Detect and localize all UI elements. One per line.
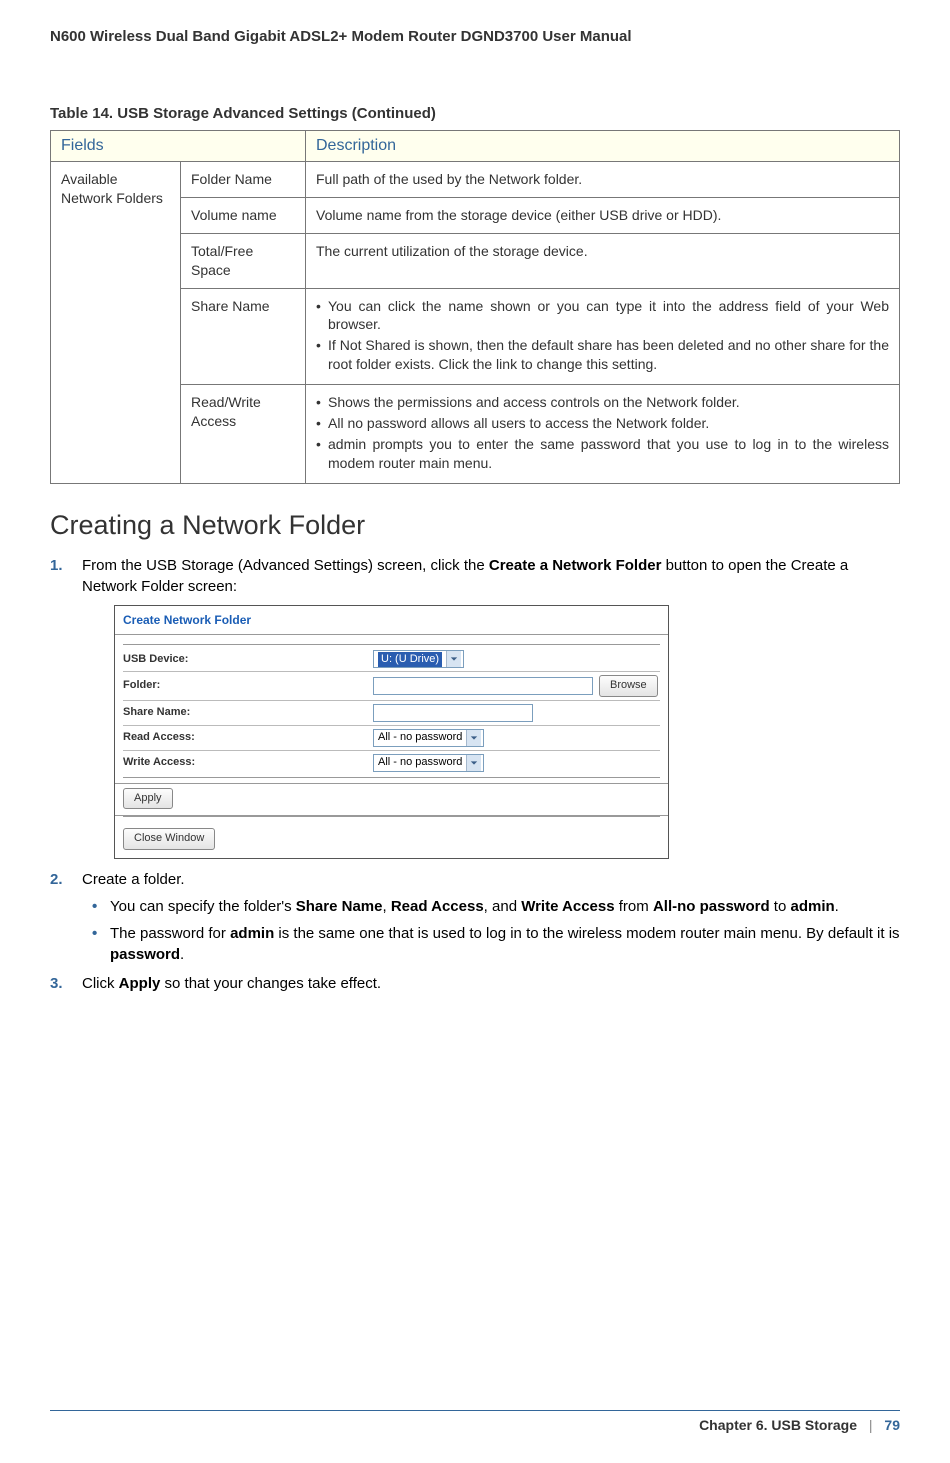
table-head-description: Description (306, 131, 900, 162)
field-desc: The current utilization of the storage d… (306, 233, 900, 288)
share-name-label: Share Name: (123, 705, 373, 720)
bullet-item: If Not Shared is shown, then the default… (316, 336, 889, 374)
step-item: Create a folder. You can specify the fol… (50, 869, 900, 965)
field-desc: Full path of the used by the Network fol… (306, 162, 900, 198)
step1-bold: Create a Network Folder (489, 557, 662, 574)
bullet-item: Shows the permissions and access control… (316, 393, 889, 412)
field-name: Total/Free Space (181, 233, 306, 288)
close-window-button[interactable]: Close Window (123, 828, 215, 849)
footer-separator: | (869, 1417, 873, 1433)
field-desc: Shows the permissions and access control… (306, 385, 900, 484)
browse-button[interactable]: Browse (599, 675, 658, 696)
folder-input[interactable] (373, 677, 593, 695)
table-head-fields: Fields (51, 131, 306, 162)
chevron-down-icon (466, 755, 481, 771)
usb-device-select[interactable]: U: (U Drive) (373, 650, 464, 668)
form-row: Write Access: All - no password (123, 751, 660, 775)
apply-button[interactable]: Apply (123, 788, 173, 809)
folder-label: Folder: (123, 678, 373, 693)
table-row: Available Network Folders Folder Name Fu… (51, 162, 900, 198)
sub-bullet: The password for admin is the same one t… (82, 923, 900, 965)
share-name-input[interactable] (373, 704, 533, 722)
page-content: Table 14. USB Storage Advanced Settings … (0, 45, 950, 994)
write-access-value: All - no password (378, 755, 462, 770)
footer-chapter: Chapter 6. USB Storage (699, 1417, 857, 1433)
form-row: Share Name: (123, 701, 660, 726)
usb-device-label: USB Device: (123, 652, 373, 667)
write-access-label: Write Access: (123, 755, 373, 770)
steps-list: From the USB Storage (Advanced Settings)… (50, 555, 900, 994)
field-desc: You can click the name shown or you can … (306, 288, 900, 385)
form-row: Folder: Browse (123, 672, 660, 700)
page-header: N600 Wireless Dual Band Gigabit ADSL2+ M… (0, 0, 950, 45)
manual-title: N600 Wireless Dual Band Gigabit ADSL2+ M… (50, 28, 632, 45)
footer-page-number: 79 (884, 1417, 900, 1433)
step-item: From the USB Storage (Advanced Settings)… (50, 555, 900, 859)
dialog-title: Create Network Folder (115, 606, 668, 636)
row-group-label: Available Network Folders (51, 162, 181, 484)
section-heading: Creating a Network Folder (50, 510, 900, 541)
read-access-select[interactable]: All - no password (373, 729, 484, 747)
form-row: USB Device: U: (U Drive) (123, 647, 660, 672)
step-item: Click Apply so that your changes take ef… (50, 973, 900, 994)
form-row: Read Access: All - no password (123, 726, 660, 751)
read-access-label: Read Access: (123, 730, 373, 745)
field-name: Share Name (181, 288, 306, 385)
bullet-item: You can click the name shown or you can … (316, 297, 889, 335)
field-desc: Volume name from the storage device (eit… (306, 197, 900, 233)
read-access-value: All - no password (378, 730, 462, 745)
field-name: Read/Write Access (181, 385, 306, 484)
sub-bullet: You can specify the folder's Share Name,… (82, 896, 900, 917)
step2-text: Create a folder. (82, 871, 185, 888)
create-network-folder-screenshot: Create Network Folder USB Device: U: (U … (114, 605, 669, 859)
field-name: Folder Name (181, 162, 306, 198)
chevron-down-icon (446, 651, 461, 667)
chevron-down-icon (466, 730, 481, 746)
table-caption: Table 14. USB Storage Advanced Settings … (50, 105, 900, 122)
write-access-select[interactable]: All - no password (373, 754, 484, 772)
bullet-item: admin prompts you to enter the same pass… (316, 435, 889, 473)
bullet-item: All no password allows all users to acce… (316, 414, 889, 433)
step1-pre: From the USB Storage (Advanced Settings)… (82, 557, 489, 574)
page-footer: Chapter 6. USB Storage | 79 (50, 1410, 900, 1433)
usb-advanced-settings-table: Fields Description Available Network Fol… (50, 130, 900, 484)
usb-device-value: U: (U Drive) (378, 652, 442, 667)
field-name: Volume name (181, 197, 306, 233)
